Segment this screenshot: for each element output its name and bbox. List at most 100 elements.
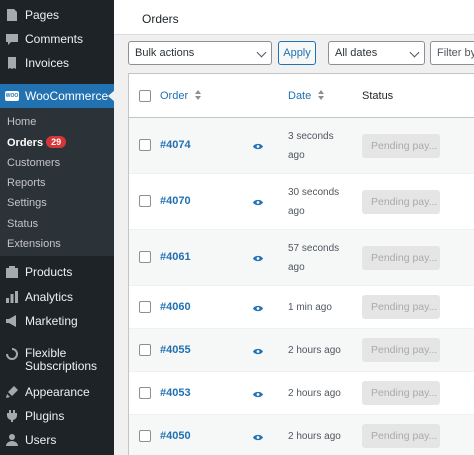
submenu-item-customers[interactable]: Customers [7, 157, 60, 169]
menu-label: Comments [25, 32, 84, 46]
submenu-item-status[interactable]: Status [7, 218, 38, 230]
analytics-icon [5, 290, 19, 304]
table-row[interactable]: #4050 2 hours ago Pending pay... [129, 415, 474, 455]
table-row[interactable]: #4053 2 hours ago Pending pay... [129, 372, 474, 415]
submenu-item-extensions[interactable]: Extensions [7, 238, 61, 250]
menu-label: Pages [25, 8, 60, 22]
bulk-actions-select[interactable]: Bulk actions [128, 41, 272, 65]
table-row[interactable]: #4060 1 min ago Pending pay... [129, 286, 474, 329]
order-link[interactable]: #4061 [160, 251, 191, 263]
marketing-icon [5, 314, 19, 328]
menu-item-marketing[interactable]: Marketing [0, 313, 114, 329]
menu-item-appearance[interactable]: Appearance [0, 384, 114, 400]
order-date: 30 seconds ago [288, 187, 340, 217]
menu-label: Invoices [25, 56, 70, 70]
preview-eye-icon[interactable] [253, 143, 263, 150]
status-badge: Pending pay... [362, 381, 440, 405]
menu-item-products[interactable]: Products [0, 264, 114, 280]
order-date: 2 hours ago [288, 431, 341, 442]
status-badge: Pending pay... [362, 424, 440, 448]
orders-table: Order Date Status #4074 3 seconds ago Pen… [128, 73, 474, 455]
order-link[interactable]: #4074 [160, 139, 191, 151]
page-title: Orders [142, 12, 179, 26]
menu-label: Appearance [25, 385, 90, 399]
row-checkbox[interactable] [139, 387, 151, 399]
order-date: 2 hours ago [288, 345, 341, 356]
chevron-down-icon [256, 47, 267, 58]
menu-item-flexible-subscriptions[interactable]: Flexible Subscriptions [0, 347, 114, 375]
menu-item-comments[interactable]: Comments [0, 31, 114, 47]
row-checkbox[interactable] [139, 344, 151, 356]
sort-icon [318, 90, 325, 103]
table-row[interactable]: #4055 2 hours ago Pending pay... [129, 329, 474, 372]
submenu-item-orders[interactable]: Orders 29 [7, 136, 67, 149]
products-icon [5, 265, 19, 279]
menu-item-analytics[interactable]: Analytics [0, 289, 114, 305]
order-date: 57 seconds ago [288, 243, 340, 273]
status-badge: Pending pay... [362, 338, 440, 362]
date-filter-select[interactable]: All dates [328, 41, 425, 65]
table-row[interactable]: #4070 30 seconds ago Pending pay... [129, 174, 474, 230]
order-link[interactable]: #4055 [160, 344, 191, 356]
select-all-checkbox[interactable] [139, 90, 151, 102]
filter-by-select[interactable]: Filter by [430, 41, 474, 65]
invoices-icon [5, 56, 19, 70]
menu-label: Analytics [25, 290, 74, 304]
menu-item-users[interactable]: Users [0, 432, 114, 448]
order-date: 3 seconds ago [288, 131, 334, 161]
status-badge: Pending pay... [362, 134, 440, 158]
users-icon [5, 433, 19, 447]
order-link[interactable]: #4053 [160, 387, 191, 399]
menu-label: WooCommerce [25, 89, 109, 103]
row-checkbox[interactable] [139, 139, 151, 151]
orders-count-badge: 29 [46, 136, 67, 148]
row-checkbox[interactable] [139, 195, 151, 207]
woocommerce-submenu: Home Orders 29 Customers Reports Settings… [0, 108, 114, 256]
column-header-order[interactable]: Order [160, 90, 202, 103]
menu-label: Flexible Subscriptions [25, 346, 98, 373]
column-header-date[interactable]: Date [288, 90, 325, 103]
table-row[interactable]: #4074 3 seconds ago Pending pay... [129, 118, 474, 174]
preview-eye-icon[interactable] [253, 199, 263, 206]
table-row[interactable]: #4061 57 seconds ago Pending pay... [129, 230, 474, 286]
menu-item-invoices[interactable]: Invoices [0, 55, 114, 71]
submenu-item-reports[interactable]: Reports [7, 177, 46, 189]
chevron-down-icon [409, 47, 420, 58]
comments-icon [5, 32, 19, 46]
submenu-item-home[interactable]: Home [7, 116, 36, 128]
menu-label: Users [25, 433, 57, 447]
preview-eye-icon[interactable] [253, 434, 263, 441]
preview-eye-icon[interactable] [253, 348, 263, 355]
order-date: 2 hours ago [288, 388, 341, 399]
status-badge: Pending pay... [362, 295, 440, 319]
column-header-status: Status [362, 90, 394, 102]
pages-icon [5, 8, 19, 22]
order-date: 1 min ago [288, 302, 332, 313]
row-checkbox[interactable] [139, 430, 151, 442]
plugins-icon [5, 409, 19, 423]
menu-label: Marketing [25, 314, 78, 328]
apply-button[interactable]: Apply [278, 41, 316, 65]
order-link[interactable]: #4060 [160, 301, 191, 313]
appearance-icon [5, 385, 19, 399]
status-badge: Pending pay... [362, 246, 440, 270]
preview-eye-icon[interactable] [253, 391, 263, 398]
menu-item-plugins[interactable]: Plugins [0, 408, 114, 424]
status-badge: Pending pay... [362, 190, 440, 214]
order-link[interactable]: #4050 [160, 430, 191, 442]
order-link[interactable]: #4070 [160, 195, 191, 207]
page-header: Orders [114, 0, 474, 35]
woocommerce-icon: WOO [5, 91, 19, 101]
menu-label: Products [25, 265, 73, 279]
submenu-item-settings[interactable]: Settings [7, 197, 47, 209]
preview-eye-icon[interactable] [253, 305, 263, 312]
sort-icon [195, 90, 202, 103]
menu-item-woocommerce-label[interactable]: WOO WooCommerce [0, 88, 114, 104]
subscriptions-icon [5, 347, 19, 361]
admin-sidebar: Pages Comments Invoices WOO WooCommerce … [0, 0, 115, 455]
row-checkbox[interactable] [139, 251, 151, 263]
menu-label: Plugins [25, 409, 65, 423]
menu-item-pages[interactable]: Pages [0, 7, 114, 23]
row-checkbox[interactable] [139, 301, 151, 313]
preview-eye-icon[interactable] [253, 255, 263, 262]
